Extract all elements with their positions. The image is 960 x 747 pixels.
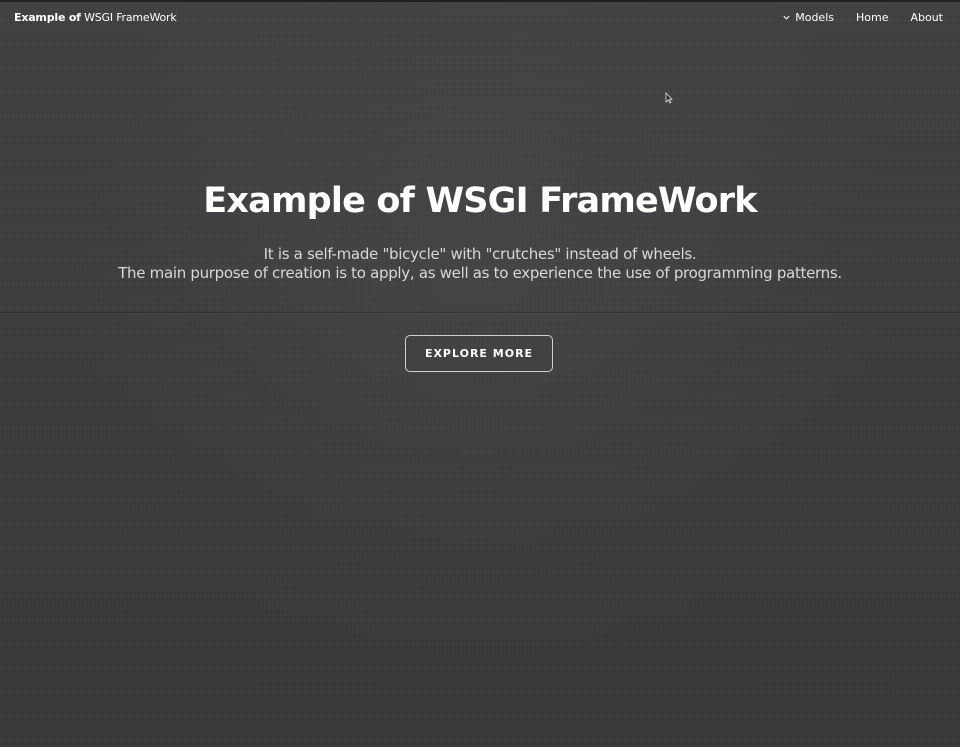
nav-item-about-label: About <box>910 11 943 24</box>
nav-item-home[interactable]: Home <box>856 11 888 24</box>
hero-subtitle-line-1: It is a self-made "bicycle" with "crutch… <box>263 245 697 263</box>
brand-bold-text: Example of <box>14 11 81 24</box>
mouse-cursor-icon <box>665 92 673 104</box>
hero-title: Example of WSGI FrameWork <box>203 181 757 221</box>
nav-links: Models Home About <box>782 11 943 24</box>
hero-subtitle-line-2: The main purpose of creation is to apply… <box>118 264 842 282</box>
nav-item-models-label: Models <box>795 11 834 24</box>
brand-link[interactable]: Example of WSGI FrameWork <box>14 11 177 24</box>
brand-rest-text: WSGI FrameWork <box>80 11 177 24</box>
explore-more-button[interactable]: EXPLORE MORE <box>405 335 553 372</box>
nav-item-home-label: Home <box>855 11 889 24</box>
chevron-down-icon <box>783 15 790 20</box>
hero-divider <box>0 312 960 313</box>
page: Example of WSGI FrameWork Models Home Ab… <box>0 0 960 747</box>
hero-subtitle: It is a self-made "bicycle" with "crutch… <box>0 245 960 283</box>
navbar: Example of WSGI FrameWork Models Home Ab… <box>0 0 960 36</box>
nav-item-models[interactable]: Models <box>782 11 834 24</box>
nav-item-about[interactable]: About <box>910 11 943 24</box>
